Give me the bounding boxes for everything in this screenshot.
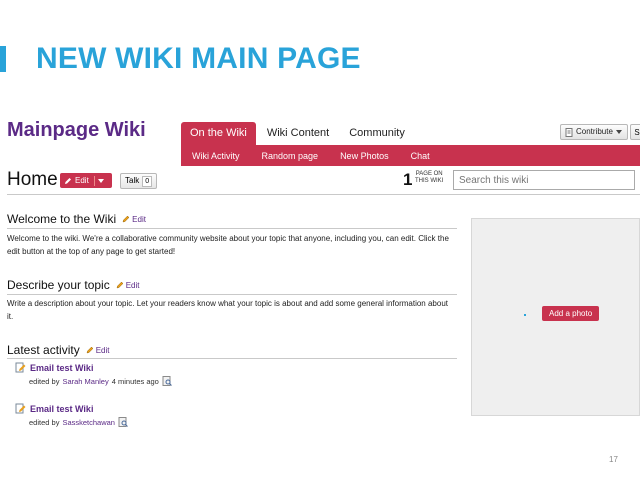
search-input[interactable]	[453, 170, 635, 190]
section-heading: Describe your topic	[7, 278, 110, 292]
section-activity-heading: Latest activity Edit	[7, 343, 110, 357]
activity-title-link[interactable]: Email test Wiki	[30, 404, 93, 414]
section-edit-label: Edit	[132, 214, 146, 224]
wiki-screenshot: Mainpage Wiki On the Wiki Wiki Content C…	[0, 118, 640, 448]
diff-icon[interactable]	[162, 376, 172, 386]
diff-icon[interactable]	[118, 417, 128, 427]
edit-page-button[interactable]: Edit	[60, 173, 112, 188]
pencil-icon	[122, 215, 130, 223]
header-divider	[7, 194, 640, 195]
contribute-label: Contribute	[576, 127, 613, 136]
activity-user-link[interactable]: Sassketchawan	[62, 418, 115, 427]
tab-community[interactable]: Community	[340, 122, 414, 145]
contribute-button[interactable]: Contribute	[560, 124, 628, 140]
activity-time: 4 minutes ago	[111, 376, 159, 386]
section-heading: Latest activity	[7, 343, 80, 357]
section-edit-label: Edit	[125, 280, 140, 290]
subnav-chat[interactable]: Chat	[400, 151, 441, 161]
section-describe-heading: Describe your topic Edit	[7, 278, 140, 292]
edit-label: Edit	[75, 176, 89, 185]
activity-prefix: edited by	[29, 376, 60, 386]
activity-item: Email test Wiki edited by Sarah Manley 4…	[15, 362, 172, 386]
page-count: 1	[403, 170, 413, 189]
decorative-dot	[524, 314, 526, 316]
talk-label: Talk	[125, 176, 140, 185]
page-count-label: PAGE ON THIS WIKI	[415, 171, 443, 185]
add-photo-button[interactable]: Add a photo	[542, 306, 600, 321]
edit-page-icon	[15, 403, 26, 414]
page-count-label-line1: PAGE ON	[415, 171, 443, 177]
tab-wiki-content[interactable]: Wiki Content	[258, 122, 338, 145]
talk-button[interactable]: Talk 0	[120, 173, 158, 189]
edit-page-icon	[15, 362, 26, 373]
subnav-random-page[interactable]: Random page	[251, 151, 330, 161]
section-divider	[7, 358, 457, 359]
wiki-tabs: On the Wiki Wiki Content Community	[181, 122, 416, 145]
section-edit-link[interactable]: Edit	[116, 281, 140, 290]
slide-number: 17	[609, 455, 618, 464]
section-welcome-heading: Welcome to the Wiki Edit	[7, 212, 146, 226]
page-icon	[565, 127, 573, 137]
section-edit-label: Edit	[95, 345, 110, 355]
activity-item: Email test Wiki edited by Sassketchawan	[15, 403, 128, 427]
section-welcome-text: Welcome to the wiki. We're a collaborati…	[7, 234, 449, 256]
activity-prefix: edited by	[29, 417, 60, 427]
sub-navigation: Wiki Activity Random page New Photos Cha…	[181, 145, 640, 166]
subnav-new-photos[interactable]: New Photos	[329, 151, 400, 161]
pencil-icon	[65, 177, 71, 184]
page-count-label-line2: THIS WIKI	[415, 178, 444, 184]
talk-count: 0	[142, 175, 153, 187]
extra-toolbar-button[interactable]: S	[630, 124, 640, 140]
caret-down-icon	[615, 130, 622, 134]
section-divider	[7, 294, 457, 295]
section-describe-text: Write a description about your topic. Le…	[7, 299, 448, 321]
caret-down-icon	[97, 178, 104, 183]
section-edit-link[interactable]: Edit	[122, 215, 146, 224]
subnav-wiki-activity[interactable]: Wiki Activity	[181, 151, 251, 161]
section-edit-link[interactable]: Edit	[86, 346, 110, 355]
slide-title: NEW WIKI MAIN PAGE	[36, 42, 361, 75]
activity-user-link[interactable]: Sarah Manley	[62, 377, 108, 386]
slide-accent-bar	[0, 46, 6, 72]
edit-divider	[93, 175, 95, 186]
tab-on-the-wiki[interactable]: On the Wiki	[181, 122, 256, 145]
section-heading: Welcome to the Wiki	[7, 212, 117, 226]
wiki-name[interactable]: Mainpage Wiki	[7, 119, 146, 142]
photo-placeholder: Add a photo	[471, 218, 640, 416]
pencil-icon	[116, 281, 124, 289]
activity-title-link[interactable]: Email test Wiki	[30, 363, 93, 373]
section-divider	[7, 228, 457, 229]
pencil-icon	[86, 346, 94, 354]
page-title: Home	[7, 169, 58, 190]
